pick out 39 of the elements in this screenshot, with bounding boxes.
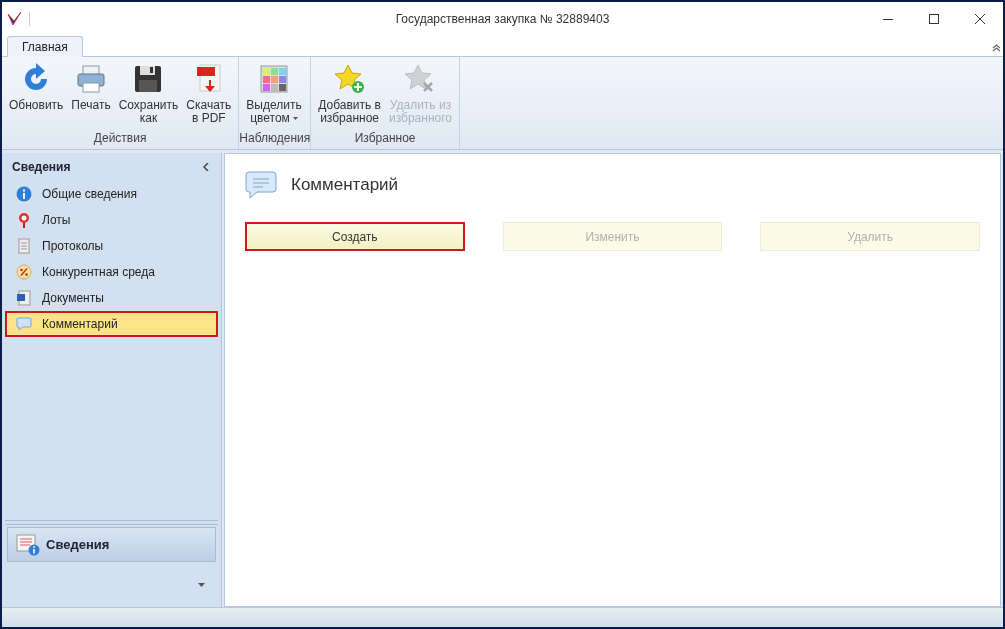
ribbon-button[interactable]: Выделить цветом (243, 63, 305, 129)
ribbon-button[interactable]: Добавить в избранное (315, 63, 384, 129)
window-title: Государственная закупка № 32889403 (394, 11, 611, 28)
star-plus-icon (333, 63, 366, 95)
percent-icon (16, 264, 32, 280)
info-list-icon (16, 533, 40, 556)
ribbon-button[interactable]: Обновить (6, 63, 67, 129)
minimize-icon (883, 18, 893, 20)
printer-icon (75, 63, 107, 95)
sidebar-item[interactable]: Конкурентная среда (5, 259, 218, 285)
ribbon-group-label: Избранное (353, 130, 417, 147)
sidebar-item[interactable]: Протоколы (5, 233, 218, 259)
action-button[interactable]: Создать (245, 222, 465, 251)
sidebar-nav-button[interactable]: Сведения (7, 527, 216, 562)
word-document-icon (16, 290, 32, 306)
collapse-left-icon[interactable] (203, 163, 209, 171)
sidebar-item[interactable]: Документы (5, 285, 218, 311)
ribbon-group-label: Действия (92, 130, 148, 147)
ribbon-button[interactable]: Сохранить как (115, 63, 182, 129)
document-icon (16, 238, 32, 254)
speech-bubble-icon (245, 170, 277, 200)
ribbon-group-label: Наблюдения (239, 130, 311, 147)
section-title: Комментарий (291, 174, 399, 197)
maximize-icon (929, 14, 939, 24)
ribbon-button[interactable]: Печать (68, 63, 114, 129)
dropdown-caret-icon[interactable] (198, 582, 205, 587)
app-logo-icon (7, 11, 23, 27)
pin-icon (16, 212, 32, 228)
ribbon-button[interactable]: Скачать в PDF (183, 63, 235, 129)
color-grid-icon (257, 63, 290, 95)
speech-bubble-icon (16, 316, 32, 332)
sidebar-item[interactable]: Общие сведения (5, 181, 218, 207)
sidebar-item[interactable]: Лоты (5, 207, 218, 233)
ribbon-tab[interactable]: Главная (7, 36, 83, 57)
info-icon (16, 186, 32, 202)
sidebar-item[interactable]: Комментарий (5, 311, 218, 337)
collapse-ribbon-icon[interactable] (992, 44, 1001, 52)
sidebar-title: Сведения (12, 159, 71, 176)
close-icon (975, 14, 985, 24)
